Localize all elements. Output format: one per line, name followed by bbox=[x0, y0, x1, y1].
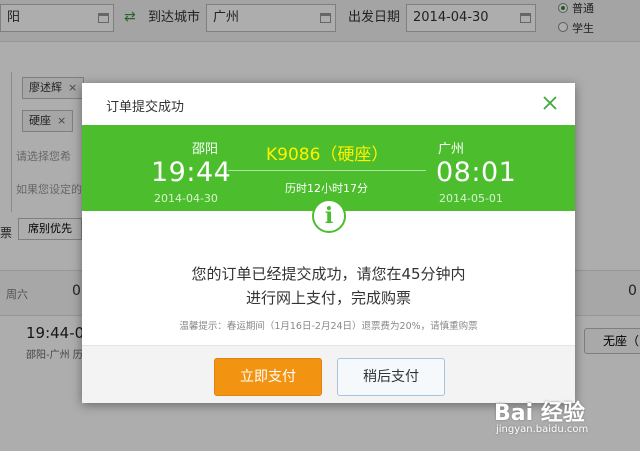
train-number: K9086（硬座） bbox=[266, 145, 389, 165]
watermark-url: jingyan.baidu.com bbox=[496, 424, 589, 435]
dialog-title: 订单提交成功 bbox=[106, 100, 185, 115]
order-success-dialog: 订单提交成功 邵阳 19:44 2014-04-30 K9086（硬座） 历时1… bbox=[82, 83, 575, 403]
baidu-watermark: Bai 经验 bbox=[494, 401, 585, 426]
from-station: 邵阳 bbox=[192, 142, 219, 157]
arrive-date: 2014-05-01 bbox=[439, 192, 503, 205]
depart-time: 19:44 bbox=[151, 157, 232, 188]
info-icon: i bbox=[312, 199, 346, 233]
depart-date: 2014-04-30 bbox=[154, 192, 218, 205]
close-icon[interactable] bbox=[543, 91, 557, 115]
route-line bbox=[228, 170, 426, 171]
duration: 历时12小时17分 bbox=[285, 182, 368, 195]
pay-now-button[interactable]: 立即支付 bbox=[214, 358, 322, 396]
warm-tip: 温馨提示：春运期间（1月16日-2月24日）退票费为20%，请慎重购票 bbox=[179, 321, 478, 332]
pay-later-button[interactable]: 稍后支付 bbox=[337, 358, 445, 396]
to-station: 广州 bbox=[438, 142, 465, 157]
success-message-line2: 进行网上支付，完成购票 bbox=[245, 289, 411, 307]
arrive-time: 08:01 bbox=[436, 157, 517, 188]
success-message-line1: 您的订单已经提交成功，请您在45分钟内 bbox=[191, 265, 466, 283]
